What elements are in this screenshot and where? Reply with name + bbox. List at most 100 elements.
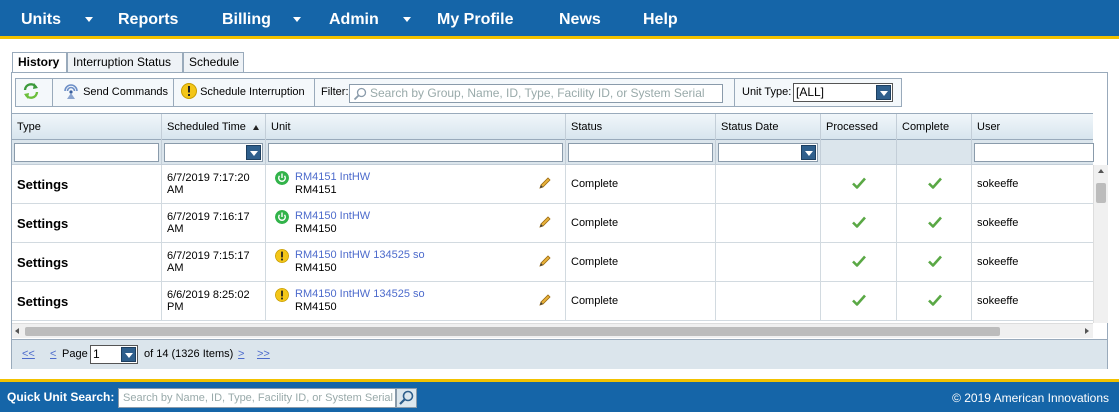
checkmark-icon (852, 216, 866, 228)
grid-body: Settings 6/7/2019 7:17:20 AM RM4151 IntHW RM… (12, 165, 1093, 323)
unit-type-value: [ALL] (796, 85, 825, 99)
refresh-button[interactable] (22, 79, 48, 106)
quick-search-input[interactable]: Search by Name, ID, Type, Facility ID, o… (118, 388, 396, 408)
nav-news[interactable]: News (559, 0, 601, 39)
unit-link[interactable]: RM4151 IntHW (295, 171, 370, 183)
table-row[interactable]: Settings 6/7/2019 7:17:20 AM RM4151 IntHW RM… (12, 165, 1093, 204)
scheduled-time-text: 6/7/2019 7:17:20 (167, 172, 250, 184)
user-filter-input[interactable] (974, 143, 1094, 162)
status-text: Complete (571, 295, 619, 307)
chevron-down-icon[interactable] (246, 145, 261, 160)
column-header-user[interactable]: User (972, 114, 1093, 140)
warning-icon (275, 249, 289, 263)
scrollbar-thumb[interactable] (1096, 183, 1106, 203)
user-text: sokeeffe (977, 256, 1019, 268)
page-number-select[interactable]: 1 (90, 345, 138, 364)
column-header-status[interactable]: Status (566, 114, 716, 140)
unit-link[interactable]: RM4150 IntHW 134525 so (295, 249, 425, 261)
unit-id: RM4151 (295, 184, 337, 196)
next-page-link[interactable]: > (238, 348, 244, 360)
filter-placeholder: Search by Group, Name, ID, Type, Facilit… (370, 86, 705, 100)
scheduled-time-filter-input[interactable] (164, 143, 263, 162)
nav-units-chevron-down-icon[interactable] (85, 17, 93, 22)
unit-link[interactable]: RM4150 IntHW 134525 so (295, 288, 425, 300)
search-icon (353, 87, 367, 101)
quick-search-button[interactable] (396, 388, 417, 408)
column-header-status-date[interactable]: Status Date (716, 114, 821, 140)
unit-id: RM4150 (295, 262, 337, 274)
previous-page-link[interactable]: < (50, 348, 56, 360)
tab-schedule[interactable]: Schedule (183, 52, 244, 73)
antenna-icon (64, 84, 78, 100)
nav-reports[interactable]: Reports (118, 0, 178, 39)
column-header-type[interactable]: Type (12, 114, 162, 140)
type-cell: Settings (12, 204, 162, 243)
column-header-complete[interactable]: Complete (897, 114, 972, 140)
unit-cell: RM4150 IntHW 134525 so RM4150 (266, 243, 566, 282)
scheduled-time-ampm: AM (167, 262, 184, 274)
tab-interruption-status[interactable]: Interruption Status (67, 52, 183, 73)
column-header-scheduled-time[interactable]: Scheduled Time (162, 114, 266, 140)
scroll-right-icon[interactable] (1085, 328, 1089, 334)
nav-help[interactable]: Help (643, 0, 678, 39)
column-header-label: Processed (826, 121, 878, 133)
column-header-label: Status (571, 121, 603, 133)
schedule-interruption-button[interactable]: Schedule Interruption (181, 79, 313, 106)
tab-history[interactable]: History (12, 52, 67, 74)
unit-cell: RM4151 IntHW RM4151 (266, 165, 566, 204)
column-header-processed[interactable]: Processed (821, 114, 897, 140)
nav-admin-chevron-down-icon[interactable] (403, 17, 411, 22)
filter-input[interactable]: Search by Group, Name, ID, Type, Facilit… (349, 84, 723, 103)
edit-pencil-icon[interactable] (538, 254, 552, 268)
checkmark-icon (928, 177, 942, 189)
nav-billing[interactable]: Billing (222, 0, 271, 39)
send-commands-label: Send Commands (83, 86, 169, 98)
tab-history-label: History (18, 55, 60, 69)
horizontal-scrollbar[interactable] (12, 323, 1093, 338)
tab-interruption-status-label: Interruption Status (73, 55, 172, 69)
toolbar-separator (52, 79, 53, 106)
type-filter-input[interactable] (14, 143, 159, 162)
toolbar: Send Commands Schedule Interruption Filt… (15, 78, 902, 107)
edit-pencil-icon[interactable] (538, 293, 552, 307)
unit-filter-input[interactable] (268, 143, 563, 162)
chevron-down-icon[interactable] (801, 145, 816, 160)
nav-my-profile[interactable]: My Profile (437, 0, 513, 39)
edit-pencil-icon[interactable] (538, 176, 552, 190)
send-commands-button[interactable]: Send Commands (62, 79, 174, 106)
nav-reports-label: Reports (118, 11, 179, 28)
tab-schedule-label: Schedule (189, 55, 240, 69)
scheduled-time-cell: 6/6/2019 8:25:02 PM (162, 282, 266, 321)
edit-pencil-icon[interactable] (538, 215, 552, 229)
status-filter-input[interactable] (568, 143, 713, 162)
nav-billing-chevron-down-icon[interactable] (293, 17, 301, 22)
table-row[interactable]: Settings 6/7/2019 7:15:17 AM RM4150 IntHW 1… (12, 243, 1093, 282)
table-row[interactable]: Settings 6/6/2019 8:25:02 PM RM4150 IntHW 1… (12, 282, 1093, 321)
type-cell: Settings (12, 165, 162, 204)
nav-admin[interactable]: Admin (329, 0, 379, 39)
filter-cell (266, 140, 566, 165)
scroll-left-icon[interactable] (15, 328, 19, 334)
last-page-link[interactable]: >> (257, 348, 270, 360)
unit-type-select[interactable]: [ALL] (793, 83, 893, 102)
status-date-filter-input[interactable] (718, 143, 818, 162)
top-navigation: Units Reports Billing Admin My Profile N… (0, 0, 1119, 39)
first-page-link[interactable]: << (22, 348, 35, 360)
table-row[interactable]: Settings 6/7/2019 7:16:17 AM RM4150 IntHW RM… (12, 204, 1093, 243)
unit-link[interactable]: RM4150 IntHW (295, 210, 370, 222)
unit-type-label: Unit Type: (742, 86, 792, 98)
column-header-label: Scheduled Time (167, 121, 246, 133)
nav-admin-label: Admin (329, 11, 379, 28)
scrollbar-thumb[interactable] (25, 327, 1000, 336)
column-header-label: Type (17, 121, 41, 133)
checkmark-icon (852, 177, 866, 189)
nav-units[interactable]: Units (21, 0, 61, 39)
checkmark-icon (928, 255, 942, 267)
toolbar-separator (734, 79, 735, 106)
column-header-unit[interactable]: Unit (266, 114, 566, 140)
chevron-down-icon[interactable] (876, 85, 891, 100)
chevron-down-icon[interactable] (121, 347, 136, 362)
column-header-label: Complete (902, 121, 950, 133)
vertical-scrollbar[interactable] (1093, 165, 1108, 323)
scroll-up-icon[interactable] (1098, 169, 1104, 173)
